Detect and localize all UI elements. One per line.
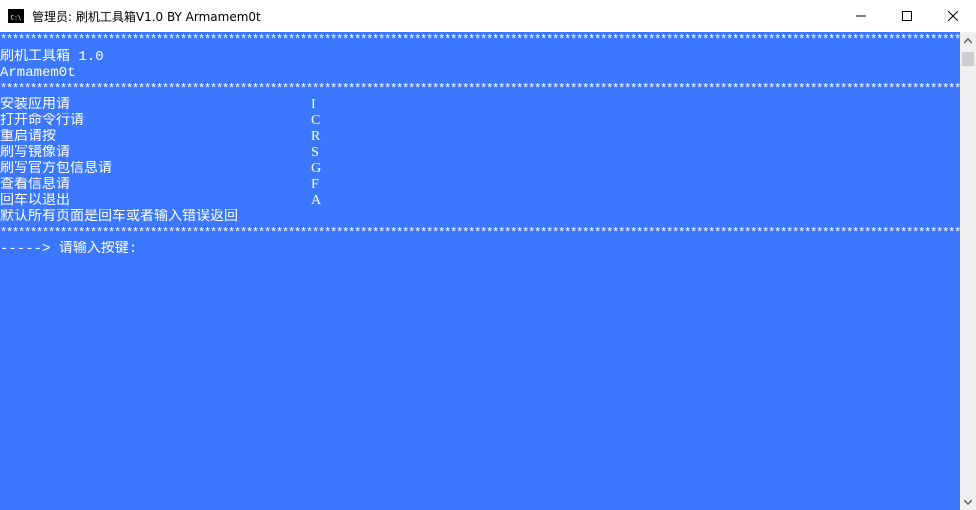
console-app-icon: C:\ xyxy=(8,9,24,23)
menu-item-key: R xyxy=(311,129,321,144)
default-note: 默认所有页面是回车或者输入错误返回 xyxy=(0,209,238,225)
chevron-up-icon xyxy=(964,37,972,44)
minimize-button[interactable] xyxy=(838,0,884,32)
maximize-button[interactable] xyxy=(884,0,930,32)
title-bar[interactable]: C:\ 管理员: 刷机工具箱V1.0 BY Armamem0t xyxy=(0,0,976,32)
menu-item-key: S xyxy=(311,145,319,160)
menu-item-key: C xyxy=(311,113,321,128)
scroll-up-button[interactable] xyxy=(960,32,976,49)
chevron-down-icon xyxy=(964,498,972,505)
close-button[interactable] xyxy=(930,0,976,32)
window-controls xyxy=(838,0,976,32)
close-icon xyxy=(948,11,958,21)
input-prompt[interactable]: -----> 请输入按键: xyxy=(0,241,137,257)
maximize-icon xyxy=(902,11,912,21)
minimize-icon xyxy=(856,15,866,17)
header-title: 刷机工具箱 1.0 xyxy=(0,49,104,65)
separator-line: ****************************************… xyxy=(0,33,960,47)
menu-item-key: F xyxy=(311,177,319,192)
menu-item-label: 打开命令行请 xyxy=(0,113,84,129)
header-author: Armamem0t xyxy=(0,65,76,81)
vertical-scrollbar[interactable] xyxy=(960,32,976,510)
menu-item-key: I xyxy=(311,97,316,112)
scroll-thumb[interactable] xyxy=(962,52,974,66)
window-title: 管理员: 刷机工具箱V1.0 BY Armamem0t xyxy=(32,9,261,24)
separator-line: ****************************************… xyxy=(0,82,960,96)
svg-text:C:\: C:\ xyxy=(11,15,22,22)
menu-item-label: 查看信息请 xyxy=(0,177,70,193)
menu-item-key: G xyxy=(311,161,322,176)
menu-item-key: A xyxy=(311,193,322,208)
menu-item-label: 安装应用请 xyxy=(0,97,70,113)
console-output[interactable]: ****************************************… xyxy=(0,32,960,510)
menu-item-label: 回车以退出 xyxy=(0,193,70,209)
menu-item-label: 重启请按 xyxy=(0,129,56,145)
scroll-down-button[interactable] xyxy=(960,493,976,510)
separator-line: ****************************************… xyxy=(0,226,960,240)
menu-item-label: 刷写镜像请 xyxy=(0,145,70,161)
console-window: C:\ 管理员: 刷机工具箱V1.0 BY Armamem0t ********… xyxy=(0,0,976,510)
menu-item-label: 刷写官方包信息请 xyxy=(0,161,112,177)
